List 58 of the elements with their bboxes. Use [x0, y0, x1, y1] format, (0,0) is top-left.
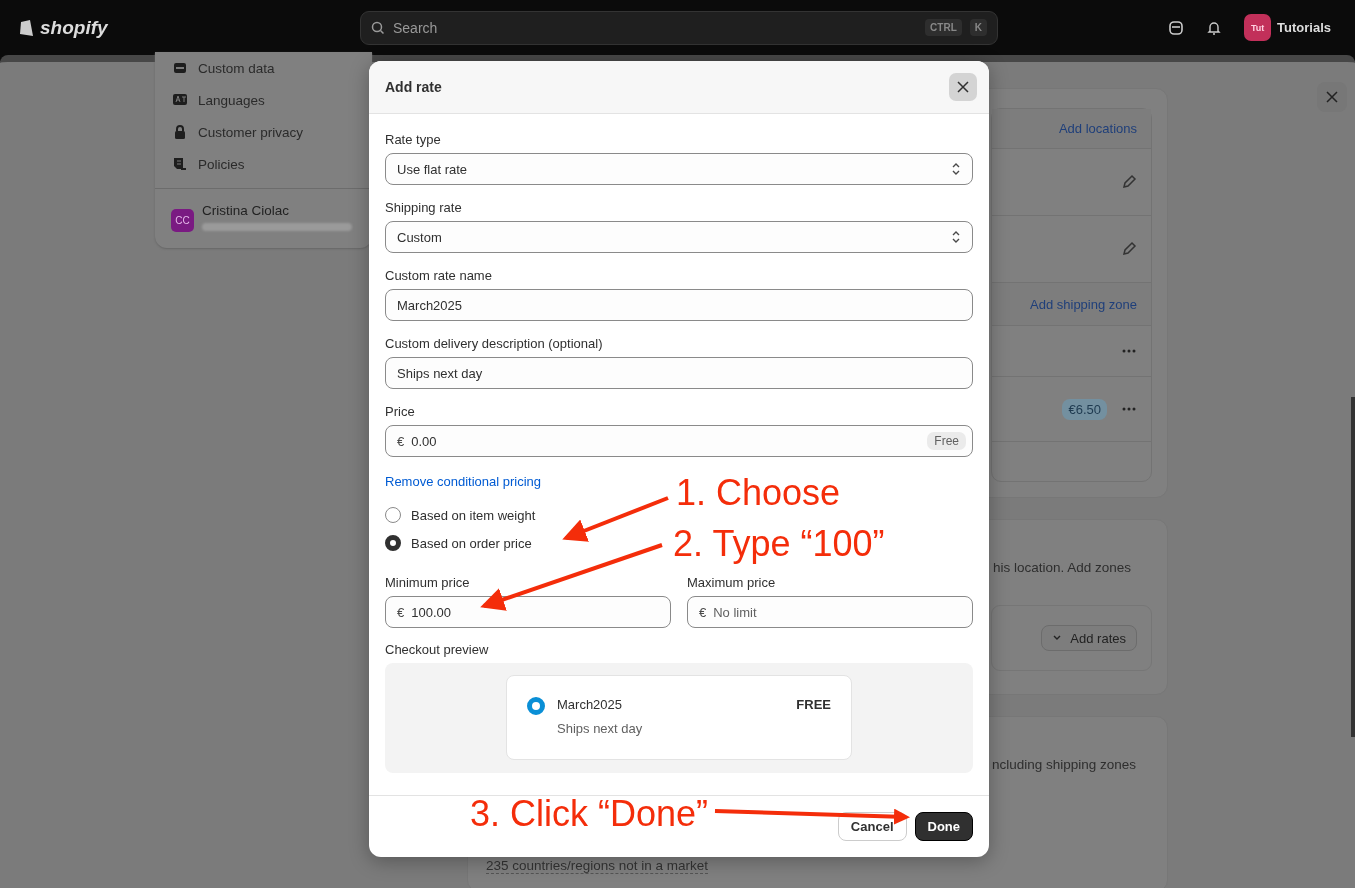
- field-label: Checkout preview: [385, 642, 490, 657]
- field-label: Minimum price: [385, 575, 471, 590]
- close-button[interactable]: [949, 73, 977, 101]
- menu-item-icon: [172, 124, 188, 140]
- free-badge: Free: [927, 432, 966, 450]
- select-field[interactable]: Use flat rate: [385, 153, 973, 185]
- price-field[interactable]: € No limit: [687, 596, 973, 628]
- search-field[interactable]: Search CTRL K: [360, 10, 998, 45]
- field-label: Rate type: [385, 132, 442, 147]
- done-button[interactable]: Done: [914, 812, 973, 841]
- dialog-title: Add rate: [385, 79, 442, 95]
- field-label: Shipping rate: [385, 200, 463, 215]
- rate-price: FREE: [796, 697, 831, 714]
- annotation-text: 3. Click “Done”: [470, 796, 709, 832]
- chevron-icon: [951, 230, 961, 244]
- rate-description: Ships next day: [557, 721, 644, 736]
- chevron-icon: [951, 162, 961, 176]
- search-icon: [371, 20, 385, 35]
- shortcut-key: K: [969, 19, 987, 36]
- user-name: Cristina Ciolac: [202, 203, 291, 218]
- field-label: Maximum price: [687, 575, 777, 590]
- menu-item-icon: [172, 156, 188, 172]
- add-rates-button[interactable]: Add rates: [1041, 625, 1137, 651]
- store-avatar[interactable]: Tut: [1244, 14, 1272, 41]
- radio-option[interactable]: Based on item weight: [385, 501, 536, 529]
- store-name[interactable]: Tutorials: [1277, 20, 1331, 35]
- text-field[interactable]: March2025: [385, 289, 973, 321]
- select-field[interactable]: Custom: [385, 221, 973, 253]
- field-label: Custom rate name: [385, 268, 493, 283]
- text-field[interactable]: Ships next day: [385, 357, 973, 389]
- close-icon: [1326, 91, 1338, 103]
- notification-bell-icon[interactable]: [1206, 19, 1223, 36]
- markets-text: ncluding shipping zones: [991, 757, 1136, 772]
- chevron-icon: [1052, 634, 1063, 642]
- field-label: Custom delivery description (optional): [385, 336, 604, 351]
- annotation-text: 1. Choose: [676, 475, 841, 511]
- rate-badge: €6.50: [1062, 398, 1107, 420]
- pencil-icon[interactable]: [1121, 241, 1137, 257]
- pencil-icon[interactable]: [1121, 174, 1137, 190]
- menu-item[interactable]: Custom data: [198, 60, 275, 76]
- annotation-text: 2. Type “100”: [673, 526, 885, 562]
- close-icon: [957, 81, 969, 93]
- radio-option[interactable]: Based on order price: [385, 529, 532, 557]
- menu-item[interactable]: Customer privacy: [198, 124, 304, 140]
- remove-conditional-pricing-link[interactable]: Remove conditional pricing: [385, 474, 542, 489]
- logo[interactable]: shopify: [18, 16, 360, 39]
- location-text: his location. Add zones: [992, 560, 1131, 575]
- field-label: Price: [385, 404, 416, 419]
- shortcut-key: CTRL: [925, 19, 962, 36]
- scrollbar[interactable]: [1351, 397, 1355, 737]
- rate-name: March2025: [557, 697, 624, 712]
- price-field[interactable]: € 100.00: [385, 596, 671, 628]
- menu-item-icon: [172, 60, 188, 76]
- menu-item[interactable]: Languages: [198, 92, 265, 108]
- menu-item[interactable]: Policies: [198, 156, 245, 172]
- menu-item-icon: [172, 92, 188, 108]
- price-field[interactable]: € 0.00 Free: [385, 425, 973, 457]
- user-avatar: CC: [171, 209, 194, 232]
